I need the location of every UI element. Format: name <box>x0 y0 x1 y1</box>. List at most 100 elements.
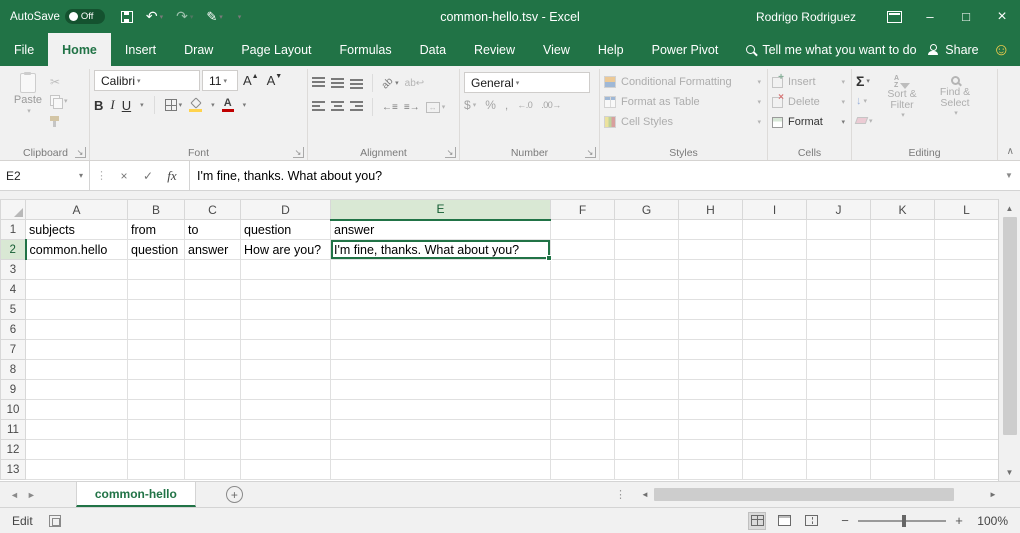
middle-align-button[interactable] <box>331 77 344 89</box>
page-break-view-button[interactable] <box>802 512 820 530</box>
cell-D8[interactable] <box>241 360 331 380</box>
row-header-10[interactable]: 10 <box>1 400 26 420</box>
cell-G9[interactable] <box>615 380 679 400</box>
cell-L5[interactable] <box>935 300 999 320</box>
row-header-6[interactable]: 6 <box>1 320 26 340</box>
cell-I6[interactable] <box>743 320 807 340</box>
horizontal-scrollbar-track[interactable] <box>654 488 984 502</box>
cell-A10[interactable] <box>26 400 128 420</box>
cell-H2[interactable] <box>679 240 743 260</box>
cell-K3[interactable] <box>871 260 935 280</box>
row-header-4[interactable]: 4 <box>1 280 26 300</box>
customize-qat-button[interactable]: ▾ <box>236 13 242 21</box>
cell-C12[interactable] <box>185 440 241 460</box>
cell-J2[interactable] <box>807 240 871 260</box>
cell-C3[interactable] <box>185 260 241 280</box>
scroll-right-button[interactable]: ► <box>984 490 1002 499</box>
cell-K4[interactable] <box>871 280 935 300</box>
cell-B1[interactable]: from <box>128 220 185 240</box>
column-header-E[interactable]: E <box>331 200 551 220</box>
cell-F1[interactable] <box>551 220 615 240</box>
close-button[interactable]: × <box>984 0 1020 33</box>
formula-input[interactable]: I'm fine, thanks. What about you? <box>190 161 998 190</box>
cell-D9[interactable] <box>241 380 331 400</box>
fill-color-button[interactable] <box>189 99 202 112</box>
cell-K8[interactable] <box>871 360 935 380</box>
column-header-L[interactable]: L <box>935 200 999 220</box>
cell-H4[interactable] <box>679 280 743 300</box>
row-header-8[interactable]: 8 <box>1 360 26 380</box>
center-button[interactable] <box>331 101 344 113</box>
column-header-J[interactable]: J <box>807 200 871 220</box>
zoom-out-button[interactable]: − <box>839 513 851 528</box>
cell-L12[interactable] <box>935 440 999 460</box>
cancel-entry-button[interactable]: × <box>113 169 135 183</box>
cell-L7[interactable] <box>935 340 999 360</box>
clear-button[interactable]: ▾ <box>856 112 873 129</box>
cell-F11[interactable] <box>551 420 615 440</box>
ribbon-tab-draw[interactable]: Draw <box>170 33 227 66</box>
cell-J13[interactable] <box>807 460 871 480</box>
row-header-9[interactable]: 9 <box>1 380 26 400</box>
cell-L3[interactable] <box>935 260 999 280</box>
cell-J1[interactable] <box>807 220 871 240</box>
cell-G4[interactable] <box>615 280 679 300</box>
cell-B5[interactable] <box>128 300 185 320</box>
clipboard-dialog-launcher[interactable]: ↘ <box>75 147 86 158</box>
column-header-C[interactable]: C <box>185 200 241 220</box>
sort-filter-button[interactable]: AZ Sort & Filter ▾ <box>879 72 926 145</box>
cell-D6[interactable] <box>241 320 331 340</box>
normal-view-button[interactable] <box>748 512 766 530</box>
cell-D13[interactable] <box>241 460 331 480</box>
cell-K7[interactable] <box>871 340 935 360</box>
cell-J6[interactable] <box>807 320 871 340</box>
cell-D2[interactable]: How are you? <box>241 240 331 260</box>
horizontal-scrollbar-thumb[interactable] <box>654 488 954 501</box>
cell-J4[interactable] <box>807 280 871 300</box>
underline-button[interactable]: U <box>122 98 131 113</box>
insert-cells-button[interactable]: Insert ▾ <box>772 74 847 90</box>
cell-L13[interactable] <box>935 460 999 480</box>
cell-H10[interactable] <box>679 400 743 420</box>
tell-me-box[interactable]: Tell me what you want to do <box>746 33 916 66</box>
cell-B4[interactable] <box>128 280 185 300</box>
cell-G2[interactable] <box>615 240 679 260</box>
percent-style-button[interactable]: % <box>485 98 496 112</box>
row-header-3[interactable]: 3 <box>1 260 26 280</box>
cell-K1[interactable] <box>871 220 935 240</box>
zoom-slider[interactable] <box>858 520 946 522</box>
autosave-pill[interactable]: Off <box>65 9 105 24</box>
cell-I1[interactable] <box>743 220 807 240</box>
fill-handle[interactable] <box>546 255 552 261</box>
row-header-7[interactable]: 7 <box>1 340 26 360</box>
cell-B2[interactable]: question <box>128 240 185 260</box>
save-button[interactable] <box>121 11 133 23</box>
number-dialog-launcher[interactable]: ↘ <box>585 147 596 158</box>
ribbon-tab-help[interactable]: Help <box>584 33 638 66</box>
font-name-combo[interactable]: Calibri▾ <box>94 70 200 91</box>
feedback-smiley-button[interactable]: ☺ <box>993 33 1010 66</box>
increase-decimal-button[interactable]: ←.0 <box>517 100 532 110</box>
number-format-select[interactable]: General▾ <box>464 72 590 93</box>
share-button[interactable]: Share <box>928 33 978 66</box>
cell-G1[interactable] <box>615 220 679 240</box>
cell-C11[interactable] <box>185 420 241 440</box>
format-cells-button[interactable]: Format ▾ <box>772 114 847 130</box>
cell-C5[interactable] <box>185 300 241 320</box>
cell-F12[interactable] <box>551 440 615 460</box>
collapse-ribbon-button[interactable]: ∧ <box>1007 146 1014 157</box>
cell-L10[interactable] <box>935 400 999 420</box>
autosum-button[interactable]: Σ▾ <box>856 72 873 89</box>
cell-E12[interactable] <box>331 440 551 460</box>
formula-bar-drag-handle[interactable]: ⋮ <box>96 169 107 182</box>
conditional-formatting-button[interactable]: Conditional Formatting ▾ <box>604 74 763 90</box>
cell-E1[interactable]: answer <box>331 220 551 240</box>
format-painter-button[interactable] <box>50 112 68 128</box>
accounting-format-button[interactable]: $▾ <box>464 98 476 112</box>
cell-D7[interactable] <box>241 340 331 360</box>
cell-B9[interactable] <box>128 380 185 400</box>
cell-G3[interactable] <box>615 260 679 280</box>
redo-button[interactable]: ↷▾ <box>176 8 193 25</box>
cell-D1[interactable]: question <box>241 220 331 240</box>
name-box[interactable]: E2 ▾ <box>0 161 90 190</box>
